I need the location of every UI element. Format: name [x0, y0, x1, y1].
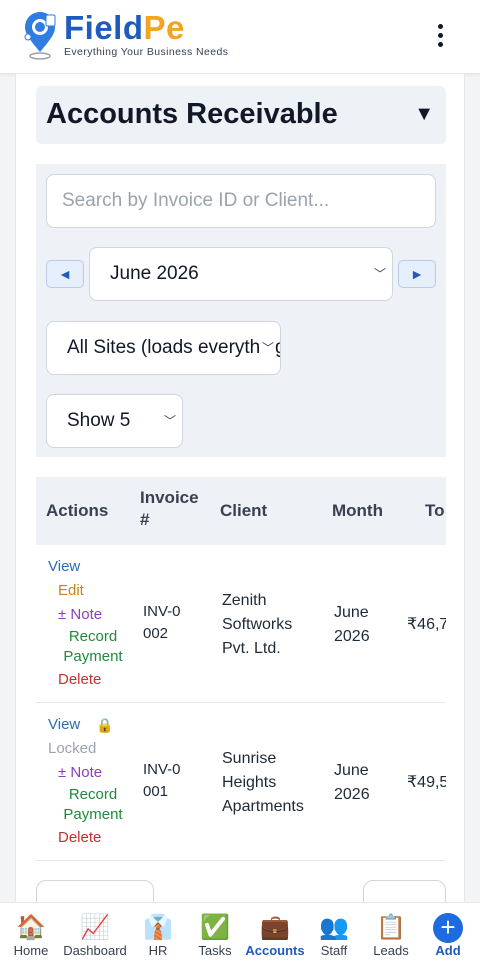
- add-icon: +: [433, 913, 463, 943]
- prev-month-button[interactable]: ◄: [46, 260, 84, 288]
- table-header: Actions Invoice # Client Month To: [36, 477, 446, 545]
- section-header[interactable]: Accounts Receivable ▼: [36, 86, 446, 144]
- clipboard-icon: 📋: [376, 914, 406, 941]
- delete-link[interactable]: Delete: [58, 828, 101, 848]
- invoice-table[interactable]: Actions Invoice # Client Month To View E…: [36, 477, 446, 897]
- invoice-total: ₹46,7: [407, 616, 446, 633]
- pagination-next-button[interactable]: [363, 880, 446, 902]
- next-month-button[interactable]: ►: [398, 260, 436, 288]
- app-header: FieldPe Everything Your Business Needs: [0, 0, 480, 74]
- nav-add[interactable]: + Add: [430, 913, 466, 958]
- chevron-down-icon: ﹀: [371, 248, 386, 300]
- tie-icon: 👔: [143, 914, 173, 941]
- table-row: View Edit ± Note Record Payment Delete I…: [36, 545, 446, 703]
- nav-label: Add: [435, 943, 461, 958]
- nav-label: Leads: [373, 943, 409, 958]
- briefcase-icon: 💼: [260, 914, 290, 941]
- people-icon: 👥: [319, 914, 349, 941]
- view-link[interactable]: View: [48, 557, 80, 577]
- home-icon: 🏠: [16, 914, 46, 941]
- nav-leads[interactable]: 📋 Leads: [370, 913, 412, 958]
- col-invoice: Invoice #: [140, 488, 199, 529]
- table-row: View 🔒 Locked ± Note Record Payment Dele…: [36, 703, 446, 861]
- month-select-value: June 2026: [110, 263, 199, 284]
- invoice-month: June 2026: [334, 762, 370, 803]
- chevron-down-icon: ﹀: [161, 395, 176, 447]
- more-menu-icon[interactable]: [436, 24, 444, 50]
- edit-link[interactable]: Edit: [58, 581, 84, 601]
- nav-dashboard[interactable]: 📈 Dashboard: [60, 913, 130, 958]
- nav-label: Tasks: [198, 943, 232, 958]
- col-client: Client: [220, 501, 268, 520]
- site-select-value: All Sites (loads everything): [67, 337, 281, 358]
- nav-hr[interactable]: 👔 HR: [140, 913, 176, 958]
- client-name: Zenith Softworks Pvt. Ltd.: [222, 592, 293, 657]
- col-month: Month: [332, 501, 383, 520]
- chart-icon: 📈: [80, 914, 110, 941]
- brand-name: FieldPe: [64, 10, 228, 46]
- record-payment-link[interactable]: Record Payment: [58, 785, 128, 825]
- note-link[interactable]: ± Note: [58, 605, 102, 625]
- chevron-down-icon: ﹀: [259, 322, 274, 374]
- nav-label: Staff: [320, 943, 348, 958]
- nav-tasks[interactable]: ✅ Tasks: [194, 913, 236, 958]
- brand-name-field: Field: [64, 9, 144, 46]
- page-title: Accounts Receivable: [46, 98, 338, 130]
- nav-label: HR: [148, 943, 168, 958]
- delete-link[interactable]: Delete: [58, 670, 101, 690]
- collapse-toggle-icon[interactable]: ▼: [414, 103, 434, 126]
- nav-staff[interactable]: 👥 Staff: [316, 913, 352, 958]
- col-actions: Actions: [46, 501, 109, 520]
- month-select[interactable]: June 2026 ﹀: [89, 247, 393, 301]
- site-select[interactable]: All Sites (loads everything) ﹀: [46, 321, 281, 375]
- nav-label: Accounts: [245, 943, 305, 958]
- view-link[interactable]: View: [48, 715, 80, 735]
- invoice-month: June 2026: [334, 604, 370, 645]
- nav-home[interactable]: 🏠 Home: [10, 913, 52, 958]
- locked-label: Locked: [48, 740, 97, 757]
- page-size-select[interactable]: Show 5 ﹀: [46, 394, 183, 448]
- page-size-value: Show 5: [67, 410, 131, 431]
- app-root: FieldPe Everything Your Business Needs A…: [0, 0, 480, 976]
- add-icon-wrap: +: [430, 913, 466, 943]
- invoice-id: INV-0002: [143, 603, 181, 642]
- main-panel: Accounts Receivable ▼ Search by Invoice …: [15, 74, 465, 902]
- client-name: Sunrise Heights Apartments: [222, 750, 304, 815]
- invoice-id: INV-0001: [143, 761, 181, 800]
- nav-accounts[interactable]: 💼 Accounts: [244, 913, 306, 958]
- bottom-nav: 🏠 Home 📈 Dashboard 👔 HR ✅ Tasks 💼 Accoun…: [0, 902, 480, 976]
- invoice-total: ₹49,5: [407, 774, 446, 791]
- check-icon: ✅: [200, 914, 230, 941]
- col-total: To: [425, 501, 445, 520]
- fieldpe-logo-icon: [24, 12, 56, 60]
- record-payment-link[interactable]: Record Payment: [58, 627, 128, 667]
- pagination-prev-button[interactable]: [36, 880, 154, 902]
- brand-tagline: Everything Your Business Needs: [64, 46, 229, 58]
- search-input[interactable]: Search by Invoice ID or Client...: [46, 174, 436, 228]
- filter-panel: Search by Invoice ID or Client... ◄ June…: [36, 164, 446, 457]
- lock-icon: 🔒: [96, 717, 114, 733]
- note-link[interactable]: ± Note: [58, 763, 102, 783]
- nav-label: Home: [13, 943, 49, 958]
- brand-name-pe: Pe: [143, 9, 185, 46]
- nav-label: Dashboard: [63, 943, 127, 958]
- brand: FieldPe Everything Your Business Needs: [64, 10, 229, 59]
